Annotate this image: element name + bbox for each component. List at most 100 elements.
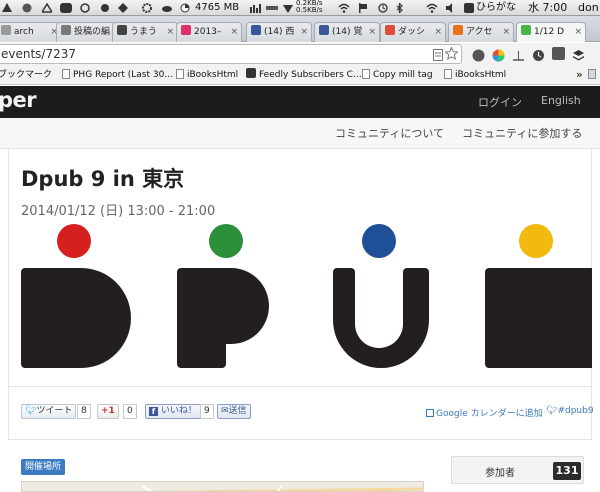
- tab-label: 1/12 D: [534, 27, 565, 37]
- wifi-status-icon[interactable]: [426, 3, 438, 13]
- wifi-icon[interactable]: [338, 3, 350, 13]
- address-bar[interactable]: events/7237: [0, 44, 462, 64]
- bookmark-item[interactable]: PHG Report (Last 30…: [62, 65, 173, 85]
- time-machine-icon[interactable]: [378, 3, 388, 13]
- join-community-link[interactable]: コミュニティに参加する: [462, 125, 582, 141]
- memory-usage: 4765 MB: [195, 2, 240, 13]
- bookmark-item[interactable]: Copy mill tag: [362, 65, 433, 85]
- screenshot-extension-icon[interactable]: [552, 47, 565, 60]
- facebook-like-button[interactable]: f いいね！: [145, 404, 201, 419]
- letter-d: [21, 268, 131, 368]
- timer-icon[interactable]: [80, 3, 90, 13]
- gear-icon[interactable]: [142, 3, 152, 13]
- scale-extension-icon[interactable]: [512, 47, 525, 61]
- blue-dot: [362, 224, 396, 258]
- bookmark-folder[interactable]: ブックマーク: [0, 65, 52, 85]
- page-icon: [444, 69, 452, 79]
- green-dot: [209, 224, 243, 258]
- feedly-icon: [246, 68, 256, 78]
- close-tab-icon[interactable]: ×: [230, 23, 238, 41]
- volume-icon[interactable]: [446, 3, 456, 13]
- tweet-label: ツイート: [36, 406, 73, 416]
- close-tab-icon[interactable]: ×: [166, 23, 174, 41]
- google-calendar-link[interactable]: Google カレンダーに追加: [426, 406, 543, 419]
- bookmark-label: iBooksHtml: [187, 70, 239, 80]
- memory-gauge-icon: [180, 3, 190, 13]
- input-method-label[interactable]: ひらがな: [476, 2, 516, 14]
- system-menu-bar: 4765 MB 0.2KB/s 0.5KB/s ひらがな 水 7:00 don: [0, 0, 600, 16]
- like-label: いいね！: [160, 406, 197, 416]
- flag-icon[interactable]: [358, 3, 368, 13]
- bookmark-label: Copy mill tag: [373, 70, 433, 80]
- close-tab-icon[interactable]: ×: [368, 23, 376, 41]
- tweet-button[interactable]: 🐦︎ツイート: [21, 404, 77, 419]
- google-plus-one-button[interactable]: +1: [97, 404, 119, 419]
- close-tab-icon[interactable]: ×: [502, 23, 510, 41]
- tab-label: ダッシ: [398, 27, 426, 37]
- twitter-icon: 🐦︎: [546, 406, 558, 416]
- tab-favicon-icon: [385, 25, 395, 35]
- bookmarks-bar: ブックマーク PHG Report (Last 30… iBooksHtml F…: [0, 65, 600, 85]
- dropbox-icon[interactable]: [118, 3, 128, 13]
- tweet-count: 8: [77, 404, 91, 419]
- login-link[interactable]: ログイン: [478, 94, 522, 110]
- upload-icon[interactable]: [2, 3, 12, 13]
- language-link[interactable]: English: [541, 94, 581, 107]
- bird-icon[interactable]: [100, 3, 110, 13]
- address-toolbar: events/7237: [0, 43, 600, 65]
- bookmark-item[interactable]: iBooksHtml: [176, 65, 238, 85]
- tab-favicon-icon: [319, 25, 329, 35]
- browser-tab[interactable]: うまう ×: [112, 22, 178, 42]
- evernote-extension-icon[interactable]: [472, 47, 485, 62]
- browser-tab-strip: arch×投稿の編×うまう×2013–×(14) 西×(14) 覚×ダッシ×アク…: [0, 16, 600, 42]
- line-icon[interactable]: [60, 3, 72, 13]
- drive-icon[interactable]: [40, 2, 54, 13]
- bookmark-star-icon[interactable]: [444, 46, 459, 65]
- tab-favicon-icon: [61, 25, 71, 35]
- browser-tab[interactable]: (14) 西 ×: [246, 22, 312, 42]
- browser-tab[interactable]: 1/12 D ×: [516, 22, 586, 42]
- attendees-box[interactable]: 参加者 131: [451, 456, 584, 484]
- tab-favicon-icon: [251, 25, 261, 35]
- color-wheel-extension-icon[interactable]: [492, 47, 505, 62]
- close-tab-icon[interactable]: ×: [434, 23, 442, 41]
- close-tab-icon[interactable]: ×: [574, 23, 582, 41]
- venue-map[interactable]: [21, 481, 424, 492]
- browser-tab[interactable]: ダッシ ×: [380, 22, 446, 42]
- browser-tab[interactable]: アクセ ×: [448, 22, 514, 42]
- tab-favicon-icon: [521, 25, 531, 35]
- url-text[interactable]: events/7237: [1, 47, 76, 61]
- bookmarks-overflow-icon[interactable]: »: [576, 65, 583, 85]
- network-download: 0.5KB/s: [296, 6, 323, 14]
- input-method-icon[interactable]: [464, 3, 474, 13]
- about-community-link[interactable]: コミュニティについて: [335, 125, 444, 141]
- page-icon: [176, 69, 184, 79]
- tab-label: arch: [14, 27, 34, 37]
- evernote-icon[interactable]: [22, 3, 32, 13]
- clock[interactable]: 水 7:00: [528, 2, 567, 14]
- calendar-icon: [426, 409, 434, 417]
- close-tab-icon[interactable]: ×: [300, 23, 308, 41]
- hashtag-link[interactable]: 🐦︎#dpub9: [546, 406, 594, 416]
- letter-u: [333, 268, 429, 368]
- browser-tab[interactable]: arch ×: [0, 22, 62, 42]
- history-clock-icon[interactable]: [532, 47, 545, 61]
- tab-label: (14) 覚: [332, 27, 363, 37]
- divider: [8, 439, 592, 440]
- send-label: 送信: [228, 406, 247, 416]
- site-logo[interactable]: per: [0, 88, 37, 112]
- page-action-icon[interactable]: [433, 48, 443, 66]
- bookmark-label: iBooksHtml: [455, 70, 507, 80]
- other-bookmarks-icon[interactable]: [588, 65, 599, 85]
- browser-tab[interactable]: (14) 覚 ×: [314, 22, 380, 42]
- layers-extension-icon[interactable]: [572, 47, 585, 61]
- bluetooth-icon[interactable]: [396, 2, 406, 14]
- bookmark-item[interactable]: iBooksHtml: [444, 65, 506, 85]
- browser-tab[interactable]: 2013– ×: [176, 22, 242, 42]
- site-header: per ログイン English: [0, 86, 600, 118]
- page-icon: [362, 69, 370, 79]
- cloud-icon[interactable]: [162, 3, 172, 13]
- bookmark-item[interactable]: Feedly Subscribers C…: [246, 65, 362, 85]
- user-name[interactable]: don: [578, 2, 599, 14]
- facebook-send-button[interactable]: ✉︎送信: [217, 404, 251, 419]
